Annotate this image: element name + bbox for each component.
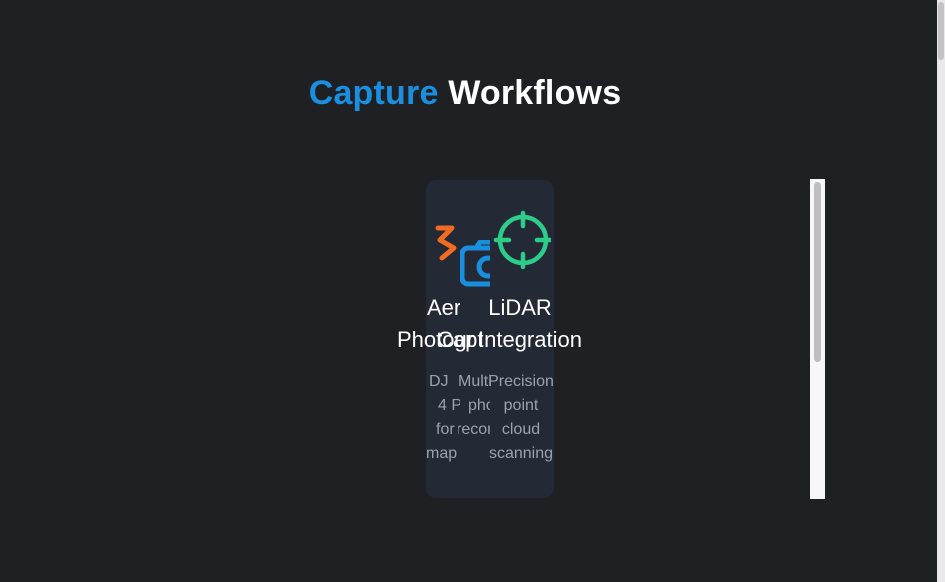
card-desc-aerial-line: DJ xyxy=(429,373,449,390)
page-scrollbar[interactable] xyxy=(937,0,945,582)
card-desc-lidar-line: cloud xyxy=(501,421,541,438)
workflow-cards: Aer DJ 4 P for map Photogr Multi- pho re… xyxy=(397,180,582,498)
cards-scrollbar[interactable] xyxy=(810,179,825,499)
card-desc-lidar: Precision point cloud scanning xyxy=(486,370,556,466)
card-title-lidar-line2: Integration xyxy=(478,327,582,352)
card-desc-lidar-line: point xyxy=(503,397,539,414)
drone-icon xyxy=(435,225,457,261)
crosshair-icon xyxy=(493,210,551,269)
card-desc-lidar-line: scanning xyxy=(488,445,554,462)
camera-icon xyxy=(460,240,490,287)
workflow-card-lidar[interactable]: LiDAR Integration Precision point cloud … xyxy=(478,180,582,498)
card-desc-lidar-line: Precision xyxy=(488,373,554,390)
card-desc-aerial-line: for xyxy=(436,421,455,438)
page-scrollbar-thumb[interactable] xyxy=(938,2,944,60)
cards-scrollbar-thumb[interactable] xyxy=(814,182,821,362)
section-title-rest: Workflows xyxy=(448,74,622,112)
card-title-lidar-line1: LiDAR xyxy=(488,295,552,320)
card-desc-aerial-line: 4 P xyxy=(438,397,460,414)
card-desc-aerial: DJ 4 P for map xyxy=(426,370,460,466)
section-title: Capture Workflows xyxy=(0,74,930,113)
card-desc-aerial-line: map xyxy=(426,445,458,462)
section-title-accent: Capture xyxy=(308,74,439,112)
card-title-aerial-line1: Aer xyxy=(427,295,460,320)
